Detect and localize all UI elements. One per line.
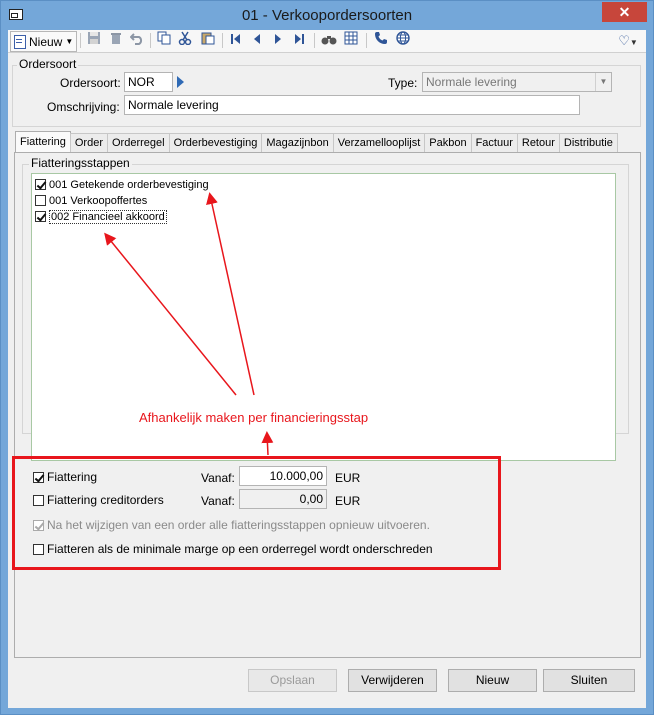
tab-distributie[interactable]: Distributie: [558, 133, 618, 152]
cut-icon[interactable]: [176, 31, 194, 50]
new-dropdown-button[interactable]: Nieuw ▼: [10, 31, 78, 52]
delete-icon[interactable]: [107, 31, 125, 50]
favorite-dropdown[interactable]: ♡▼: [613, 31, 643, 50]
omschrijving-field[interactable]: Normale levering: [124, 95, 580, 115]
tab-strip: Fiattering Order Orderregel Orderbevesti…: [15, 131, 618, 153]
new-button[interactable]: Nieuw: [448, 669, 537, 692]
previous-record-icon[interactable]: [248, 31, 266, 50]
step-1-label: 001 Getekende orderbevestiging: [49, 178, 209, 191]
step-1-checkbox[interactable]: [35, 179, 46, 190]
list-item[interactable]: 002 Financieel akkoord: [35, 209, 167, 224]
binoculars-icon[interactable]: [320, 31, 338, 50]
annotation-highlight-box: [12, 456, 501, 570]
tab-orderregel[interactable]: Orderregel: [106, 133, 170, 152]
fiatteringsstappen-group-label: Fiatteringsstappen: [29, 156, 132, 170]
close-button[interactable]: Sluiten: [543, 669, 635, 692]
toolbar-separator: [150, 33, 151, 48]
toolbar-separator: [314, 33, 315, 48]
ordersoort-label: Ordersoort:: [60, 76, 121, 90]
tab-pakbon[interactable]: Pakbon: [424, 133, 472, 152]
chevron-down-icon[interactable]: ▼: [595, 73, 611, 91]
toolbar-separator: [222, 33, 223, 48]
ordersoort-code-field[interactable]: NOR: [124, 72, 173, 92]
delete-button[interactable]: Verwijderen: [348, 669, 437, 692]
first-record-icon[interactable]: [227, 31, 245, 50]
heart-icon: ♡: [618, 33, 630, 48]
toolbar: Nieuw ▼ ♡▼: [8, 30, 646, 53]
toolbar-separator: [366, 33, 367, 48]
type-selected-value: Normale levering: [426, 75, 517, 89]
copy-icon[interactable]: [155, 31, 173, 50]
list-item[interactable]: 001 Getekende orderbevestiging: [35, 177, 209, 192]
paste-icon[interactable]: [199, 31, 217, 50]
undo-icon[interactable]: [128, 31, 146, 50]
application-window: 01 - Verkoopordersoorten ✕ Nieuw ▼ ♡▼ Or…: [0, 0, 654, 715]
step-3-checkbox[interactable]: [35, 211, 46, 222]
tab-verzamellooplijst[interactable]: Verzamellooplijst: [332, 133, 426, 152]
tab-orderbevestiging[interactable]: Orderbevestiging: [168, 133, 263, 152]
step-3-label: 002 Financieel akkoord: [49, 209, 167, 224]
client-area: Nieuw ▼ ♡▼ Ordersoort Ordersoort: NOR Ty…: [8, 30, 646, 708]
ordersoort-group-label: Ordersoort: [17, 57, 79, 71]
tab-retour[interactable]: Retour: [516, 133, 560, 152]
new-button-label: Nieuw: [29, 34, 63, 49]
new-document-icon: [14, 34, 26, 49]
save-icon[interactable]: [85, 31, 103, 50]
type-select[interactable]: Normale levering ▼: [422, 72, 612, 92]
save-button[interactable]: Opslaan: [248, 669, 337, 692]
next-record-icon[interactable]: [269, 31, 287, 50]
lookup-arrow-icon[interactable]: [177, 76, 184, 88]
window-title: 01 - Verkoopordersoorten: [241, 7, 413, 24]
tab-order[interactable]: Order: [69, 133, 108, 152]
phone-icon[interactable]: [372, 31, 390, 50]
type-label: Type:: [388, 76, 418, 90]
tab-magazijnbon[interactable]: Magazijnbon: [261, 133, 334, 152]
step-2-label: 001 Verkoopoffertes: [49, 194, 148, 207]
close-window-button[interactable]: ✕: [602, 2, 647, 22]
toolbar-separator: [80, 33, 81, 48]
globe-icon[interactable]: [394, 31, 412, 50]
grid-icon[interactable]: [342, 31, 360, 50]
step-2-checkbox[interactable]: [35, 195, 46, 206]
tab-fiattering[interactable]: Fiattering: [15, 131, 71, 152]
omschrijving-label: Omschrijving:: [47, 100, 120, 114]
chevron-down-icon: ▼: [629, 38, 638, 47]
last-record-icon[interactable]: [290, 31, 308, 50]
annotation-text: Afhankelijk maken per financieringsstap: [139, 410, 369, 425]
tab-factuur[interactable]: Factuur: [470, 133, 518, 152]
title-bar: 01 - Verkoopordersoorten ✕: [1, 1, 653, 31]
list-item[interactable]: 001 Verkoopoffertes: [35, 193, 147, 208]
chevron-down-icon: ▼: [65, 37, 74, 46]
